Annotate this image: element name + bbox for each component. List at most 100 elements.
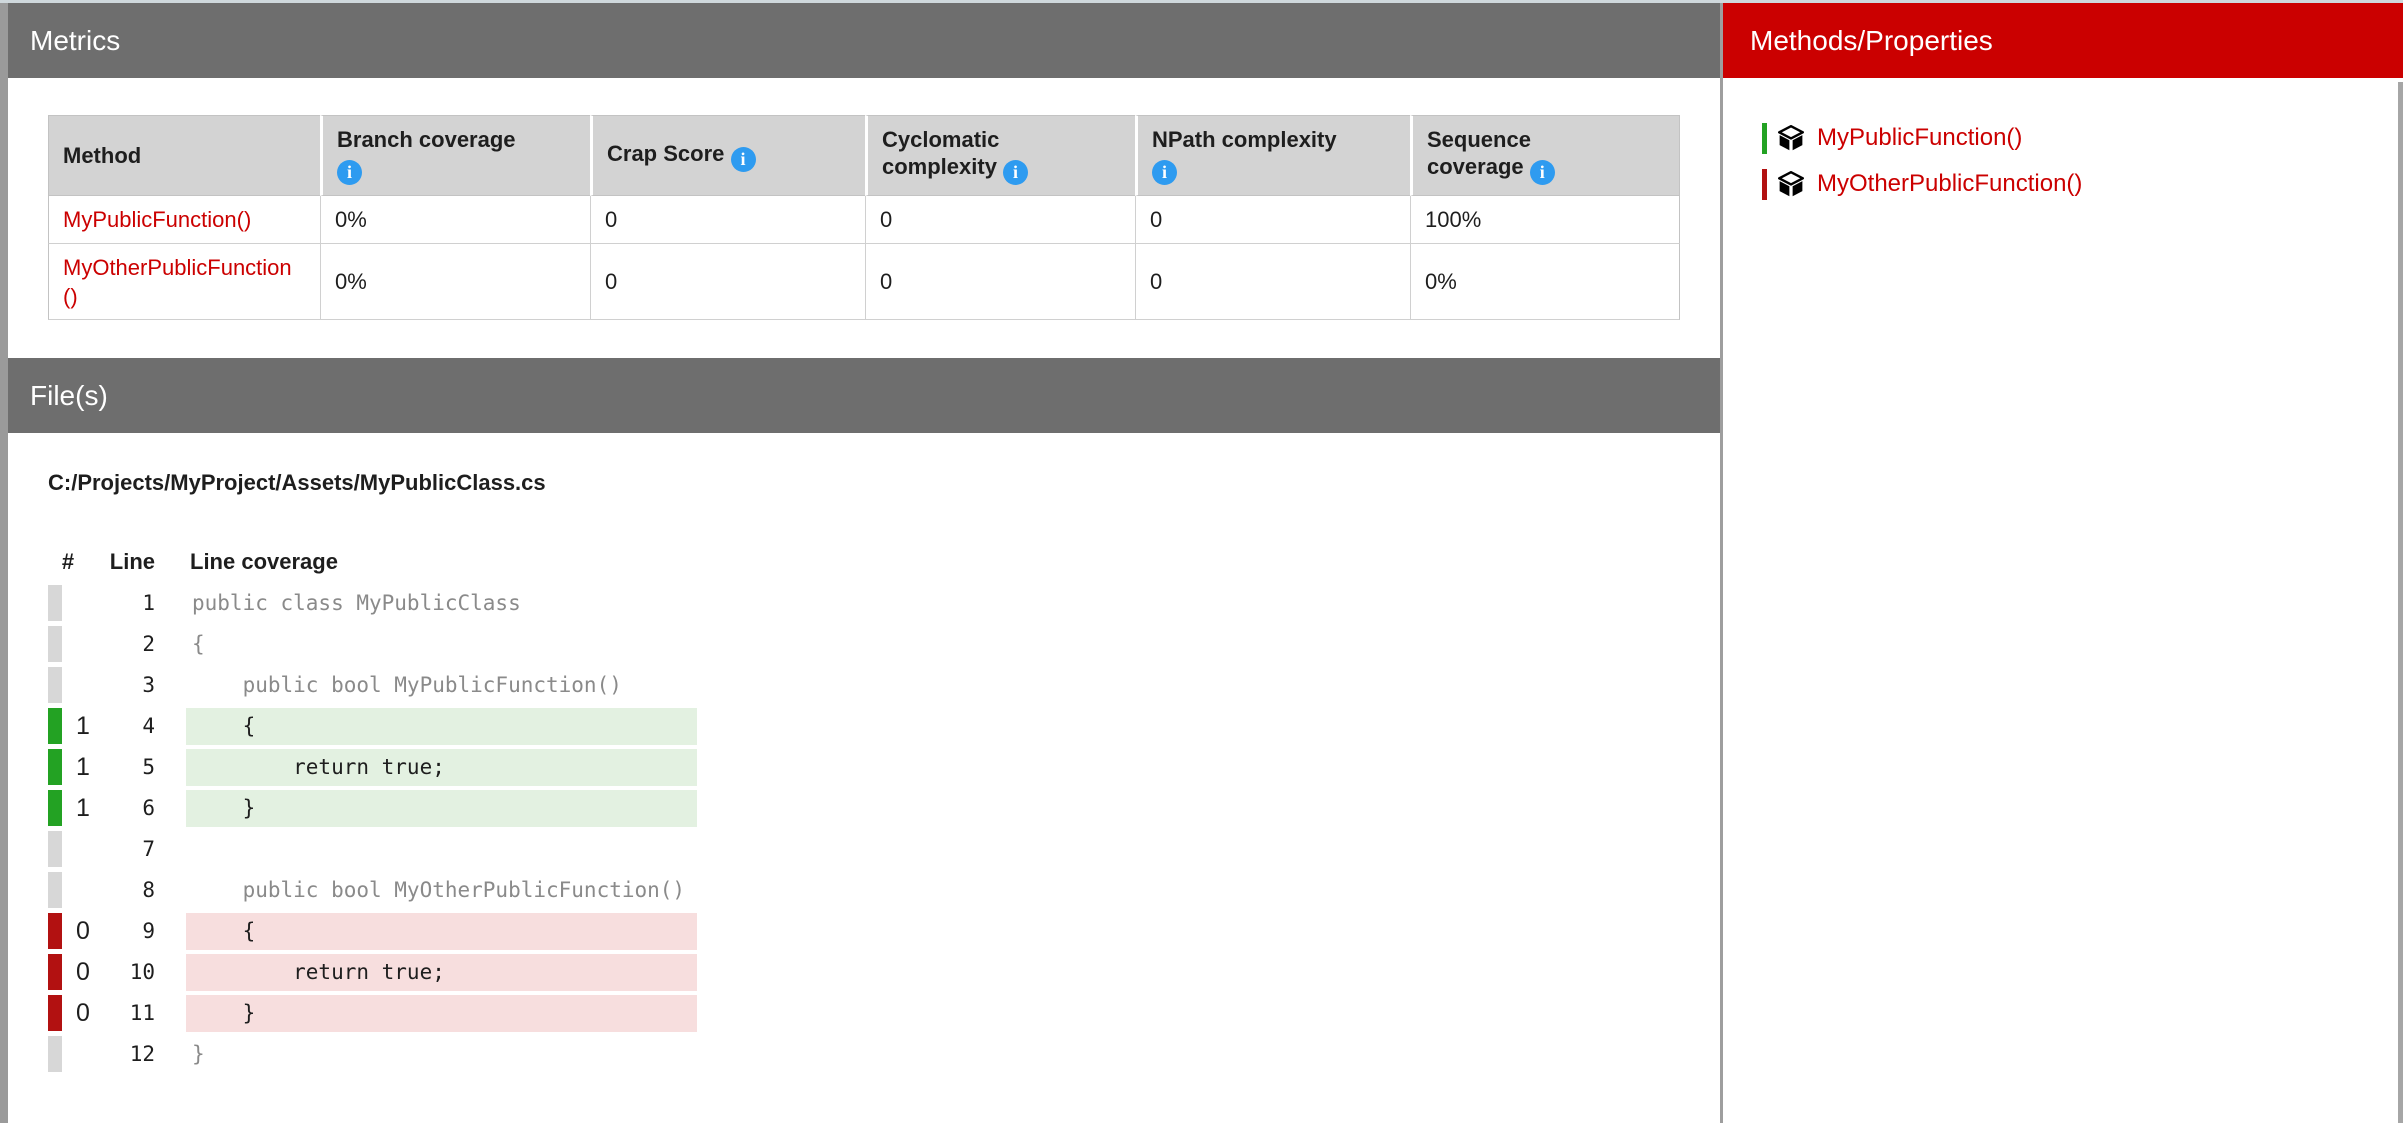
method-cube-icon [1778, 171, 1804, 197]
cyclomatic-complexity-cell: 0 [865, 196, 1135, 244]
branch-coverage-cell: 0% [320, 196, 590, 244]
code-line-row: 1 4 { [48, 706, 748, 747]
code-text: } [186, 1036, 697, 1073]
coverage-indicator-bar [48, 667, 62, 703]
line-number: 6 [78, 788, 155, 829]
info-icon[interactable]: i [1003, 160, 1028, 185]
method-link[interactable]: MyPublicFunction() [63, 207, 251, 232]
line-number: 11 [78, 993, 155, 1034]
coverage-indicator-bar [48, 913, 62, 949]
column-label: Sequence coverage [1427, 127, 1531, 179]
code-line-row: 7 [48, 829, 748, 870]
crap-score-cell: 0 [590, 196, 865, 244]
coverage-indicator-bar [1762, 169, 1767, 200]
code-table-header: # Line Line coverage [48, 545, 748, 579]
method-link[interactable]: MyPublicFunction() [1817, 124, 2022, 152]
sequence-coverage-cell: 0% [1410, 244, 1680, 320]
coverage-indicator-bar [48, 872, 62, 908]
code-line-row: 12 } [48, 1034, 748, 1075]
window-right-edge [2398, 82, 2403, 1123]
line-number: 4 [78, 706, 155, 747]
line-number: 8 [78, 870, 155, 911]
line-number: 7 [78, 829, 155, 870]
code-line-row: 1 5 return true; [48, 747, 748, 788]
npath-complexity-cell: 0 [1135, 196, 1410, 244]
files-section-header: File(s) [8, 358, 1720, 433]
window-left-edge [0, 3, 8, 1123]
code-text: public class MyPublicClass [186, 585, 697, 622]
coverage-indicator-bar [48, 708, 62, 744]
files-title: File(s) [30, 380, 108, 411]
coverage-indicator-bar [48, 954, 62, 990]
sequence-coverage-cell: 100% [1410, 196, 1680, 244]
cyclomatic-complexity-cell: 0 [865, 244, 1135, 320]
line-number: 5 [78, 747, 155, 788]
info-icon[interactable]: i [731, 147, 756, 172]
code-line-row: 2 { [48, 624, 748, 665]
coverage-report-page: { "colors": { "accent_red": "#cb0000", "… [0, 0, 2403, 1123]
line-number: 1 [78, 583, 155, 624]
coverage-indicator-bar [48, 1036, 62, 1072]
line-number: 9 [78, 911, 155, 952]
info-icon[interactable]: i [1152, 160, 1177, 185]
metrics-header-row: Method Branch coverage i Crap Score i Cy… [48, 115, 1680, 196]
code-line-row: 0 11 } [48, 993, 748, 1034]
code-text: return true; [186, 954, 697, 991]
code-text: { [186, 913, 697, 950]
column-header-npath-complexity: NPath complexity i [1135, 115, 1410, 196]
line-number: 12 [78, 1034, 155, 1075]
method-cell: MyPublicFunction() [48, 196, 320, 244]
coverage-indicator-bar [48, 585, 62, 621]
line-number: 2 [78, 624, 155, 665]
method-link[interactable]: MyOtherPublicFunction() [63, 255, 292, 309]
code-text: return true; [186, 749, 697, 786]
column-label: Method [63, 143, 141, 168]
coverage-indicator-bar [48, 626, 62, 662]
column-header-crap-score: Crap Score i [590, 115, 865, 196]
line-number: 3 [78, 665, 155, 706]
code-line-row: 0 10 return true; [48, 952, 748, 993]
info-icon[interactable]: i [1530, 160, 1555, 185]
npath-complexity-cell: 0 [1135, 244, 1410, 320]
column-label: Branch coverage [337, 127, 516, 152]
code-text: public bool MyPublicFunction() [186, 667, 697, 704]
source-code-listing: 1 public class MyPublicClass 2 { 3 publi… [48, 583, 748, 1075]
column-header-branch-coverage: Branch coverage i [320, 115, 590, 196]
code-text [186, 831, 697, 868]
code-text: public bool MyOtherPublicFunction() [186, 872, 697, 909]
column-header-method: Method [48, 115, 320, 196]
line-coverage-column-header: Line coverage [190, 545, 338, 579]
code-text: } [186, 790, 697, 827]
info-icon[interactable]: i [337, 160, 362, 185]
code-line-row: 1 public class MyPublicClass [48, 583, 748, 624]
table-row: MyPublicFunction() 0% 0 0 0 100% [48, 196, 1680, 244]
column-header-sequence-coverage: Sequence coverage i [1410, 115, 1680, 196]
code-line-row: 1 6 } [48, 788, 748, 829]
code-text: { [186, 708, 697, 745]
coverage-indicator-bar [48, 749, 62, 785]
metrics-title: Metrics [30, 25, 120, 56]
metrics-table: Method Branch coverage i Crap Score i Cy… [48, 115, 1680, 320]
code-text: { [186, 626, 697, 663]
code-line-row: 8 public bool MyOtherPublicFunction() [48, 870, 748, 911]
metrics-table-container: Method Branch coverage i Crap Score i Cy… [48, 115, 1680, 320]
code-line-row: 3 public bool MyPublicFunction() [48, 665, 748, 706]
method-link[interactable]: MyOtherPublicFunction() [1817, 170, 2082, 198]
column-label: NPath complexity [1152, 127, 1337, 152]
coverage-indicator-bar [48, 995, 62, 1031]
metrics-section-header: Metrics [8, 3, 1720, 78]
sidebar-method-item[interactable]: MyOtherPublicFunction() [1762, 166, 2362, 202]
column-label: Crap Score [607, 141, 724, 166]
coverage-indicator-bar [48, 790, 62, 826]
coverage-indicator-bar [1762, 123, 1767, 154]
table-row: MyOtherPublicFunction() 0% 0 0 0 0% [48, 244, 1680, 320]
sidebar-method-item[interactable]: MyPublicFunction() [1762, 120, 2362, 156]
line-number: 10 [78, 952, 155, 993]
method-cell: MyOtherPublicFunction() [48, 244, 320, 320]
column-label: Cyclomatic complexity [882, 127, 999, 179]
code-line-row: 0 9 { [48, 911, 748, 952]
file-path: C:/Projects/MyProject/Assets/MyPublicCla… [48, 470, 546, 496]
methods-properties-header: Methods/Properties [1723, 3, 2403, 78]
coverage-indicator-bar [48, 831, 62, 867]
hit-count-column-header: # [56, 545, 80, 579]
